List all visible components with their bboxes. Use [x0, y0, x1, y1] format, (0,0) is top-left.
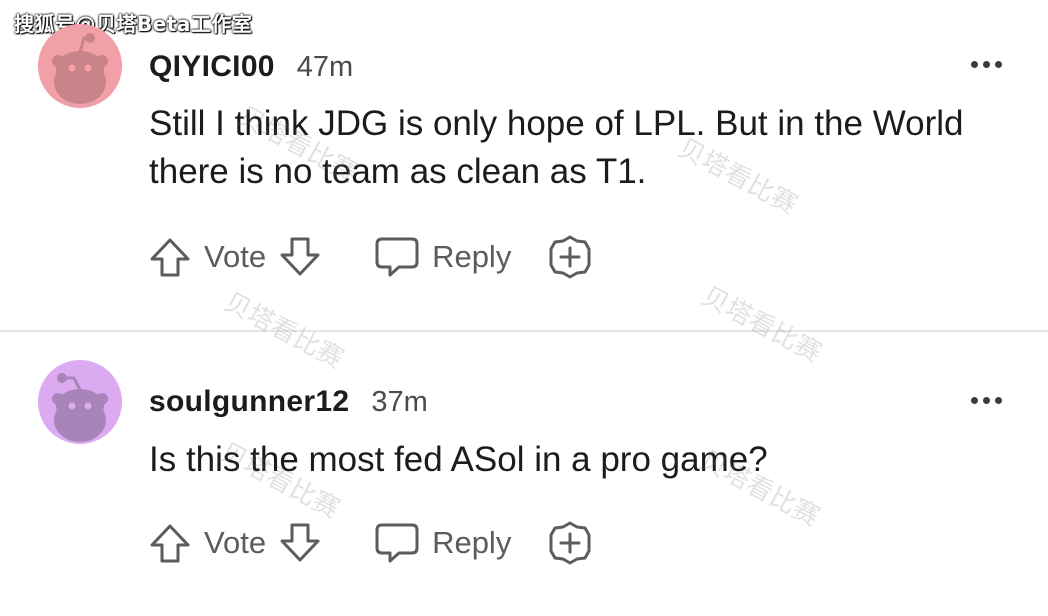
comment-body: Is this the most fed ASol in a pro game?	[149, 440, 768, 479]
award-plus-icon[interactable]	[547, 520, 593, 566]
comment-2: soulgunner12 37m Is this the most fed AS…	[0, 334, 1048, 616]
comment-body: Still I think JDG is only hope of LPL. B…	[149, 104, 964, 191]
vote-label: Vote	[204, 239, 267, 274]
reply-label: Reply	[432, 525, 512, 560]
speech-bubble-icon	[374, 521, 420, 565]
comment-age: 37m	[371, 386, 428, 418]
upvote-arrow-icon[interactable]	[148, 235, 192, 279]
snoo-avatar-icon[interactable]	[38, 360, 122, 444]
upvote-arrow-icon[interactable]	[148, 521, 192, 565]
more-options-dots-icon[interactable]	[971, 61, 1002, 68]
reply-button[interactable]: Reply	[374, 235, 511, 279]
reply-label: Reply	[432, 239, 512, 274]
award-plus-icon[interactable]	[547, 234, 593, 280]
comment-age: 47m	[296, 51, 354, 83]
downvote-arrow-icon[interactable]	[278, 235, 322, 279]
username[interactable]: soulgunner12	[149, 385, 349, 419]
more-options-dots-icon[interactable]	[971, 397, 1002, 404]
comment-1: QIYICI00 47m Still I think JDG is only h…	[0, 0, 1048, 330]
downvote-arrow-icon[interactable]	[278, 521, 322, 565]
comment-divider	[0, 330, 1048, 332]
comment-header: QIYICI00 47m	[149, 50, 353, 84]
reply-button[interactable]: Reply	[374, 521, 511, 565]
username[interactable]: QIYICI00	[149, 50, 275, 84]
snoo-avatar-icon[interactable]	[38, 24, 122, 108]
comment-header: soulgunner12 37m	[149, 385, 428, 419]
speech-bubble-icon	[374, 235, 420, 279]
comment-actions: Vote Reply	[148, 519, 593, 567]
comment-actions: Vote Reply	[148, 233, 593, 281]
vote-label: Vote	[204, 525, 267, 560]
